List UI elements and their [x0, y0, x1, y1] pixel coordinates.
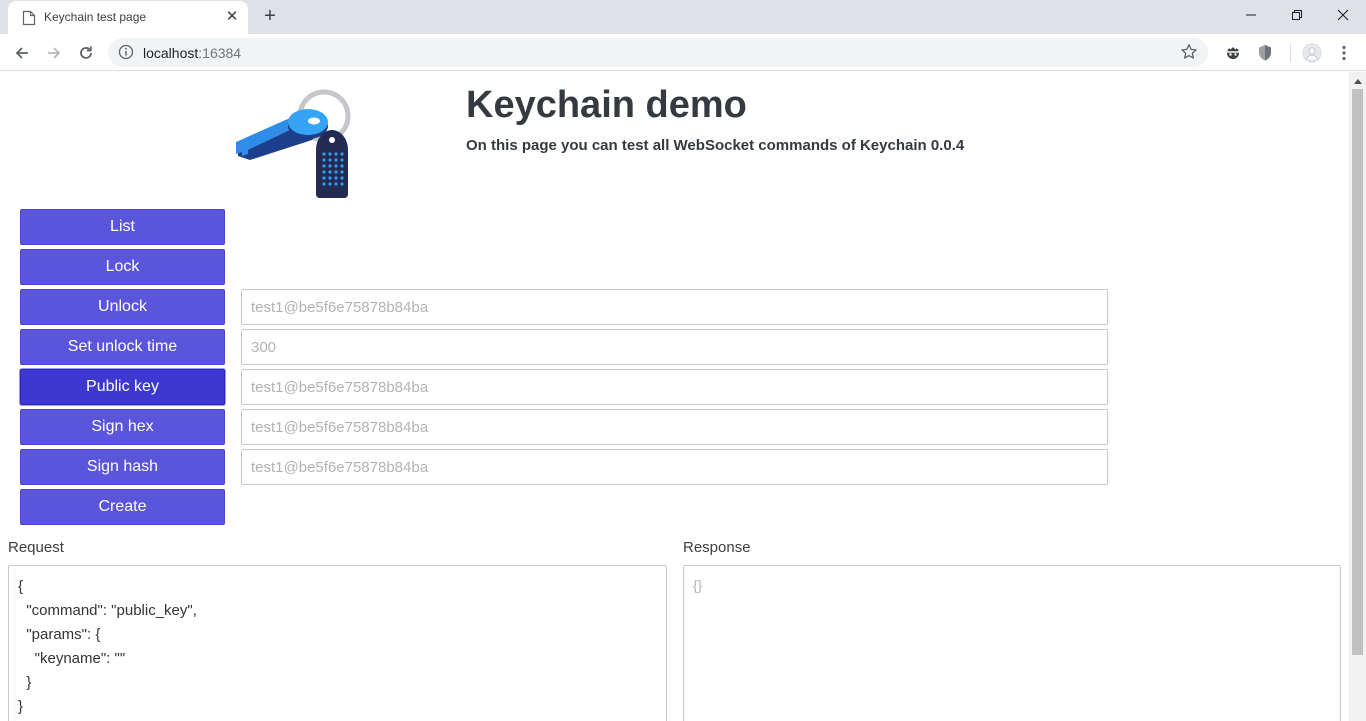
shield-icon[interactable] — [1255, 43, 1275, 63]
info-icon[interactable] — [118, 44, 134, 60]
restore-icon[interactable] — [1274, 0, 1320, 30]
create-button[interactable]: Create — [20, 489, 225, 525]
scroll-up-icon[interactable] — [1349, 72, 1366, 89]
request-label: Request — [8, 539, 64, 556]
url-text: localhost:16384 — [143, 45, 241, 61]
browser-toolbar: localhost:16384 — [0, 34, 1366, 71]
menu-icon[interactable] — [1334, 43, 1354, 63]
forward-icon[interactable] — [40, 39, 68, 67]
address-bar[interactable]: localhost:16384 — [108, 38, 1208, 67]
unlock-keyname-input[interactable] — [241, 289, 1108, 325]
scrollbar-thumb[interactable] — [1352, 89, 1363, 655]
page-scrollbar[interactable] — [1349, 72, 1366, 721]
extension-icon[interactable] — [1223, 43, 1243, 63]
minimize-icon[interactable] — [1228, 0, 1274, 30]
star-icon[interactable] — [1180, 43, 1198, 61]
sign-hash-button[interactable]: Sign hash — [20, 449, 225, 485]
lock-button[interactable]: Lock — [20, 249, 225, 285]
page-title: Keychain demo — [466, 84, 747, 126]
request-body: { "command": "public_key", "params": { "… — [18, 578, 197, 715]
back-icon[interactable] — [8, 39, 36, 67]
set-unlock-time-button[interactable]: Set unlock time — [20, 329, 225, 365]
key-logo — [236, 89, 351, 198]
response-textarea[interactable]: {} — [683, 565, 1341, 721]
page-viewport: Keychain demo On this page you can test … — [0, 72, 1366, 721]
profile-icon[interactable] — [1302, 43, 1322, 63]
unlock-time-input[interactable] — [241, 329, 1108, 365]
list-button[interactable]: List — [20, 209, 225, 245]
response-body: {} — [693, 577, 703, 593]
public-key-button[interactable]: Public key — [20, 369, 225, 405]
url-port: :16384 — [198, 45, 242, 61]
public-key-keyname-input[interactable] — [241, 369, 1108, 405]
sign-hex-button[interactable]: Sign hex — [20, 409, 225, 445]
plus-icon[interactable]: + — [258, 4, 282, 28]
tab-title: Keychain test page — [44, 10, 147, 24]
browser-tab-strip: Keychain test page ✕ + — [0, 0, 1366, 34]
request-textarea[interactable]: { "command": "public_key", "params": { "… — [8, 565, 667, 721]
close-icon[interactable]: ✕ — [224, 9, 240, 25]
toolbar-divider — [1290, 44, 1291, 62]
browser-tab[interactable]: Keychain test page ✕ — [8, 1, 248, 34]
sign-hash-keyname-input[interactable] — [241, 449, 1108, 485]
page-icon — [22, 10, 36, 26]
close-window-icon[interactable] — [1320, 0, 1366, 30]
sign-hex-keyname-input[interactable] — [241, 409, 1108, 445]
reload-icon[interactable] — [72, 39, 100, 67]
unlock-button[interactable]: Unlock — [20, 289, 225, 325]
url-host: localhost — [143, 45, 199, 61]
page-subtitle: On this page you can test all WebSocket … — [466, 137, 965, 154]
response-label: Response — [683, 539, 751, 556]
